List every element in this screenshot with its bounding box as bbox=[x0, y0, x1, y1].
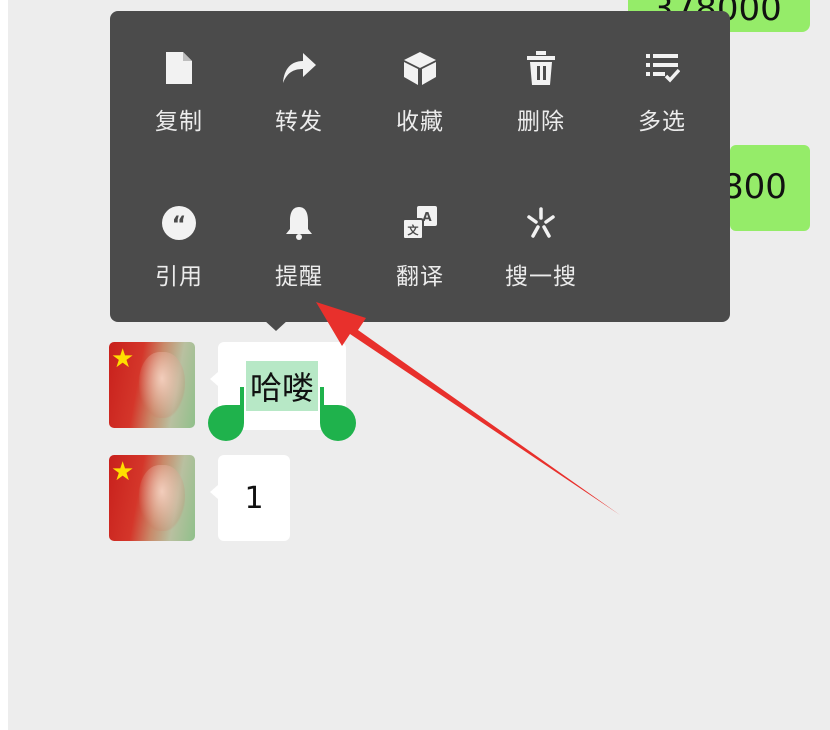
translate-icon: A文 bbox=[400, 203, 440, 243]
left-edge bbox=[0, 0, 8, 730]
menu-item-translate[interactable]: A文 翻译 bbox=[365, 203, 475, 291]
menu-item-remind[interactable]: 提醒 bbox=[244, 203, 354, 291]
selection-handle-start[interactable] bbox=[208, 405, 244, 441]
menu-item-label: 转发 bbox=[275, 109, 323, 135]
menu-item-label: 删除 bbox=[517, 109, 565, 135]
delete-icon bbox=[521, 48, 561, 88]
menu-item-label: 多选 bbox=[638, 109, 686, 135]
star-icon: ★ bbox=[111, 344, 135, 374]
menu-item-label: 提醒 bbox=[275, 264, 323, 290]
search-star-icon bbox=[521, 203, 561, 243]
menu-pointer bbox=[264, 320, 288, 331]
menu-item-label: 复制 bbox=[155, 109, 203, 135]
menu-item-copy[interactable]: 复制 bbox=[124, 48, 234, 136]
quote-icon: “ bbox=[159, 203, 199, 243]
menu-item-label: 搜一搜 bbox=[505, 264, 577, 290]
selection-handle-end[interactable] bbox=[320, 405, 356, 441]
bell-icon bbox=[279, 203, 319, 243]
avatar-face bbox=[139, 352, 185, 418]
message-text: 1 bbox=[244, 480, 264, 516]
avatar[interactable]: ★ bbox=[109, 455, 195, 541]
message-text: 800 bbox=[730, 167, 787, 207]
selection-handle-stem bbox=[320, 387, 324, 407]
favorite-icon bbox=[400, 48, 440, 88]
copy-icon bbox=[159, 48, 199, 88]
menu-item-quote[interactable]: “ 引用 bbox=[124, 203, 234, 291]
menu-item-label: 引用 bbox=[155, 264, 203, 290]
svg-text:“: “ bbox=[172, 213, 186, 238]
selected-message-text[interactable]: 哈喽 bbox=[245, 361, 318, 411]
incoming-message-bubble[interactable]: 1 bbox=[210, 455, 290, 541]
avatar[interactable]: ★ bbox=[109, 342, 195, 428]
menu-item-search[interactable]: 搜一搜 bbox=[486, 203, 596, 291]
menu-item-label: 收藏 bbox=[396, 109, 444, 135]
multi-select-icon bbox=[642, 48, 682, 88]
selection-handle-stem bbox=[240, 387, 244, 407]
forward-icon bbox=[279, 48, 319, 88]
star-icon: ★ bbox=[111, 457, 135, 487]
outgoing-message-bubble[interactable]: 800 bbox=[730, 145, 810, 231]
menu-item-multi-select[interactable]: 多选 bbox=[607, 48, 717, 136]
menu-item-favorite[interactable]: 收藏 bbox=[365, 48, 475, 136]
menu-item-delete[interactable]: 删除 bbox=[486, 48, 596, 136]
svg-text:文: 文 bbox=[408, 223, 420, 237]
avatar-face bbox=[139, 465, 185, 531]
menu-item-forward[interactable]: 转发 bbox=[244, 48, 354, 136]
menu-item-label: 翻译 bbox=[396, 264, 444, 290]
